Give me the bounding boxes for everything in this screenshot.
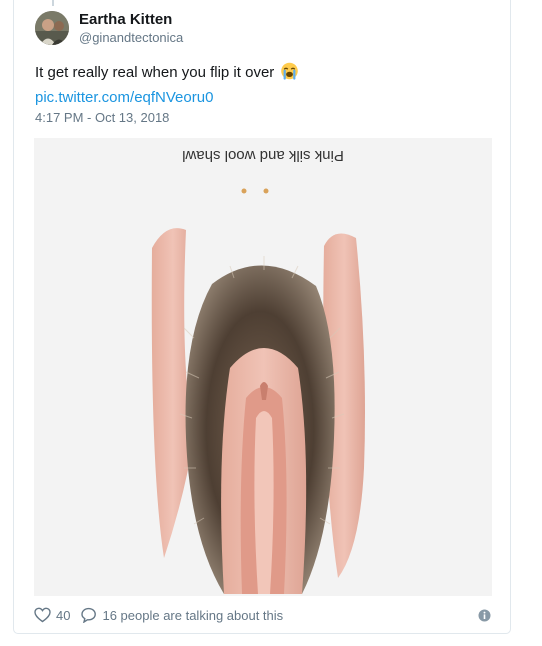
tweet-media-image[interactable]: Pink silk and wool shawl [34,138,492,596]
heart-icon [34,607,51,623]
like-count: 40 [56,607,71,623]
tweet-body: It get really real when you flip it over [35,64,275,81]
fur-shawl-photo: Pink silk and wool shawl [34,138,492,596]
thread-connector-line [52,0,54,6]
loudly-crying-face-emoji-icon [280,62,299,87]
media-link[interactable]: pic.twitter.com/eqfNVeoru0 [35,89,213,106]
upside-down-caption: Pink silk and wool shawl [182,147,344,164]
author-name[interactable]: Eartha Kitten [79,11,172,28]
like-button[interactable]: 40 [34,607,70,623]
reply-conversation-link[interactable]: 16 people are talking about this [80,607,283,623]
talking-about-text: 16 people are talking about this [102,607,284,623]
user-avatar-icon [35,11,69,45]
speech-bubble-icon [81,607,97,623]
tweet-timestamp[interactable]: 4:17 PM - Oct 13, 2018 [35,110,169,125]
info-icon[interactable] [478,609,491,622]
tweet-actions: 40 16 people are talking about this [34,605,283,625]
author-handle[interactable]: @ginandtectonica [79,30,183,45]
author-avatar[interactable] [35,11,69,45]
tweet-text: It get really real when you flip it over… [35,62,299,109]
